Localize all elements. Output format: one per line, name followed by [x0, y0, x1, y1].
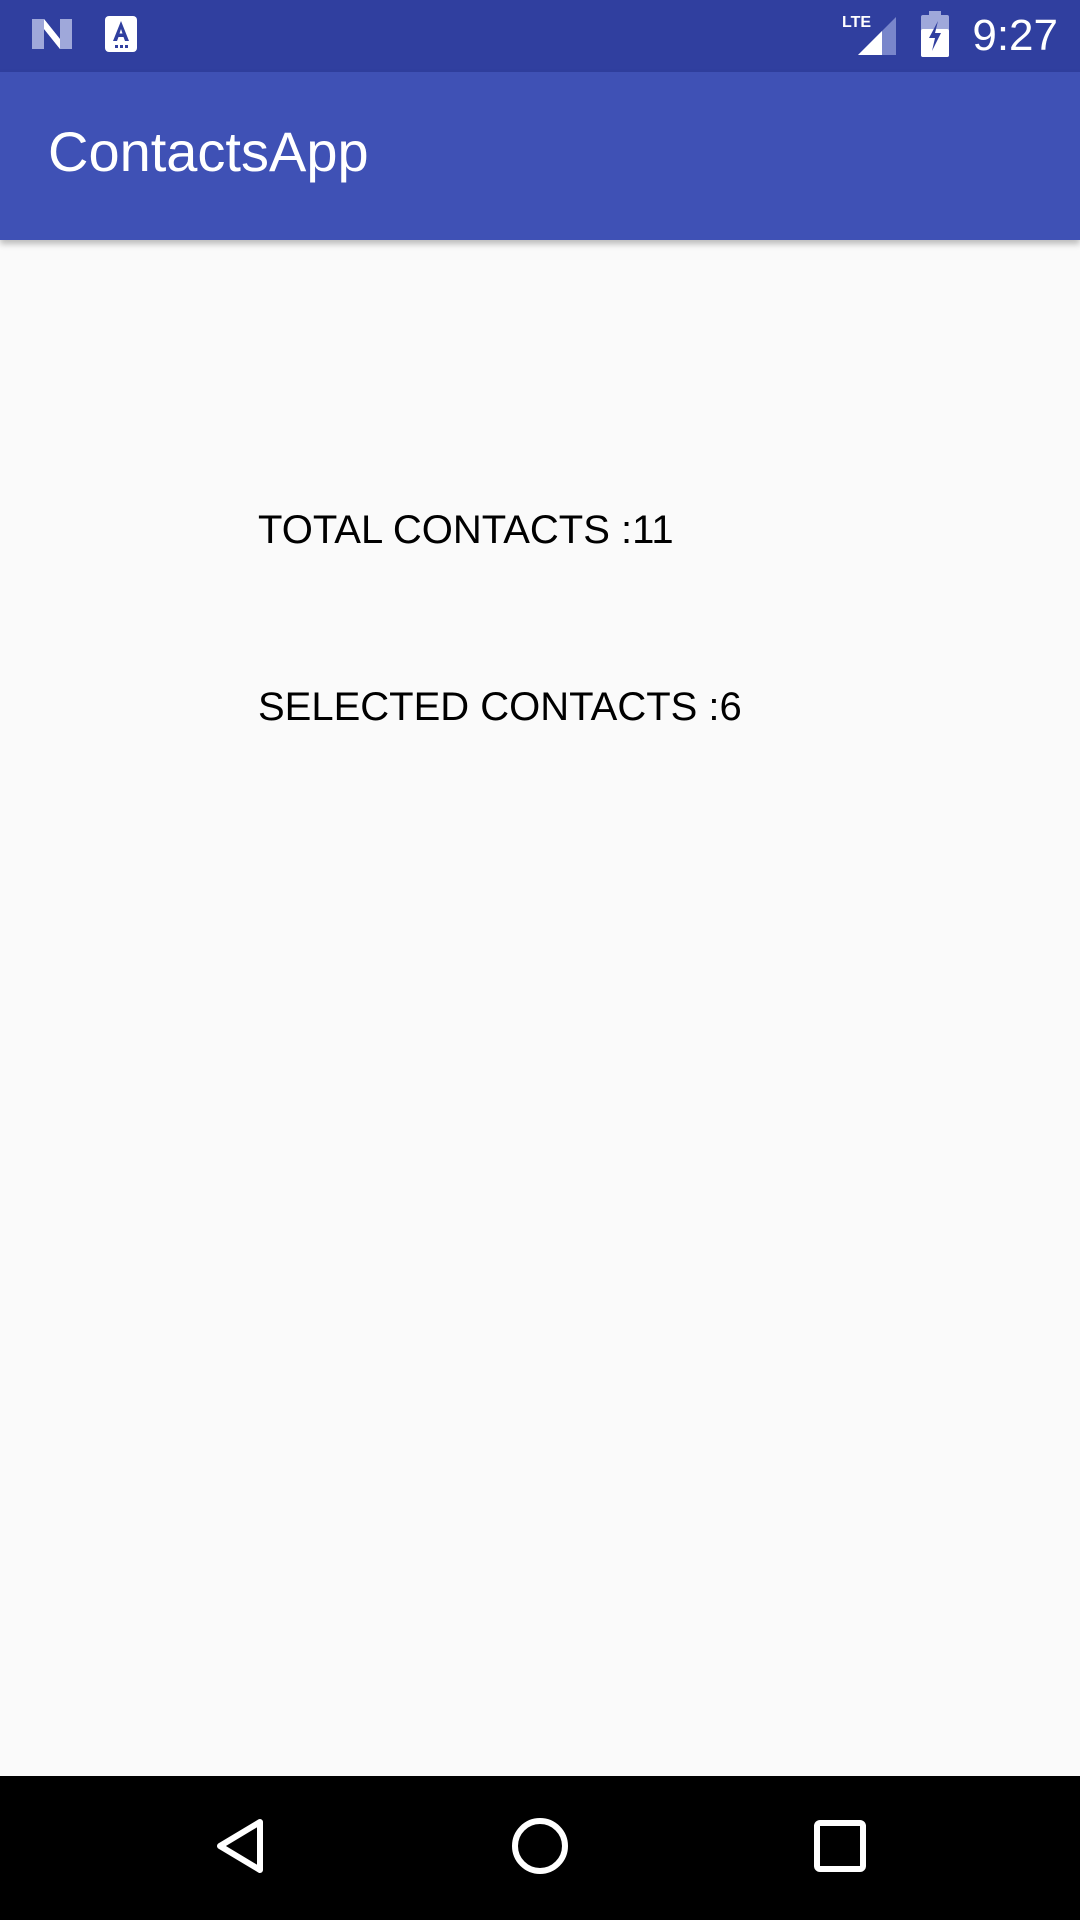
- app-bar: ContactsApp: [0, 72, 1080, 240]
- svg-text:LTE: LTE: [842, 14, 871, 31]
- status-system: LTE 9:27: [842, 0, 1058, 72]
- main-content: TOTAL CONTACTS :11 SELECTED CONTACTS :6: [0, 240, 1080, 1776]
- recents-button[interactable]: [804, 1812, 876, 1884]
- screen: LTE 9:27 ContactsApp TOTAL CONTACTS :11 …: [0, 0, 1080, 1920]
- status-time: 9:27: [972, 11, 1058, 60]
- back-button[interactable]: [204, 1812, 276, 1884]
- home-button[interactable]: [504, 1812, 576, 1884]
- home-icon: [510, 1816, 570, 1881]
- navigation-bar: [0, 1776, 1080, 1920]
- recents-icon: [813, 1819, 867, 1878]
- lte-signal-icon: LTE: [842, 11, 898, 62]
- back-icon: [212, 1816, 268, 1881]
- status-notifications: [30, 14, 138, 58]
- selected-contacts-label: SELECTED CONTACTS :6: [258, 685, 742, 729]
- battery-charging-icon: [920, 10, 950, 62]
- notification-n-icon: [30, 15, 74, 58]
- app-title: ContactsApp: [48, 120, 369, 183]
- status-bar: LTE 9:27: [0, 0, 1080, 72]
- app-a-icon: [104, 15, 138, 58]
- total-contacts-label: TOTAL CONTACTS :11: [258, 508, 674, 552]
